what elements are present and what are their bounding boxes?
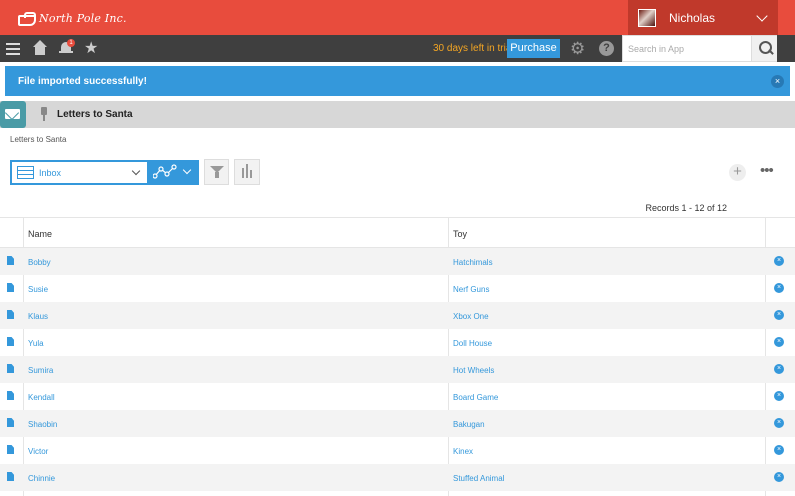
add-record-button[interactable]: + <box>729 164 746 181</box>
document-icon[interactable] <box>7 364 14 373</box>
delete-icon[interactable]: × <box>774 445 784 455</box>
user-name: Nicholas <box>669 10 716 25</box>
delete-icon[interactable]: × <box>774 418 784 428</box>
chevron-down-icon <box>182 165 192 175</box>
cell-name[interactable]: Bobby <box>28 258 51 267</box>
purchase-button[interactable]: Purchase <box>507 39 560 58</box>
logo[interactable]: North Pole Inc. <box>18 10 127 26</box>
table-row[interactable]: Yula Doll House × <box>0 329 795 356</box>
delete-icon[interactable]: × <box>774 364 784 374</box>
document-icon[interactable] <box>7 256 14 265</box>
view-label: Inbox <box>39 168 62 178</box>
gear-icon[interactable]: ⚙ <box>570 40 588 58</box>
app-header: Letters to Santa <box>0 101 795 128</box>
column-header-toy[interactable]: Toy <box>453 229 467 239</box>
filter-button[interactable] <box>204 159 229 185</box>
graph-button[interactable] <box>149 160 199 185</box>
top-bar: North Pole Inc. Nicholas <box>0 0 795 35</box>
search-box <box>622 35 777 62</box>
breadcrumb[interactable]: Letters to Santa <box>10 135 66 144</box>
cell-name[interactable]: Chinnie <box>28 474 55 483</box>
document-icon[interactable] <box>7 337 14 346</box>
delete-icon[interactable]: × <box>774 337 784 347</box>
cell-toy[interactable]: Bakugan <box>453 420 485 429</box>
document-icon[interactable] <box>7 445 14 454</box>
search-input[interactable] <box>623 36 751 61</box>
cell-name[interactable]: Susie <box>28 285 48 294</box>
trial-text: 30 days left in trial <box>433 43 514 54</box>
star-icon[interactable]: ★ <box>84 40 102 58</box>
delete-icon[interactable]: × <box>774 391 784 401</box>
delete-icon[interactable]: × <box>774 283 784 293</box>
chevron-down-icon <box>131 166 141 176</box>
table-header: Name Toy <box>0 217 795 248</box>
table-row[interactable]: Bobby Hatchimals × <box>0 248 795 275</box>
cell-name[interactable]: Shaobin <box>28 420 57 429</box>
table-row[interactable]: Kendall Board Game × <box>0 383 795 410</box>
cell-toy[interactable]: Xbox One <box>453 312 489 321</box>
envelope-icon <box>0 101 26 128</box>
cell-toy[interactable]: Hatchimals <box>453 258 493 267</box>
logo-text: North Pole Inc. <box>39 11 127 25</box>
cell-toy[interactable]: Nerf Guns <box>453 285 489 294</box>
cell-toy[interactable]: Hot Wheels <box>453 366 494 375</box>
document-icon[interactable] <box>7 472 14 481</box>
bar-chart-button[interactable] <box>234 159 260 185</box>
line-graph-icon <box>153 164 177 179</box>
document-icon[interactable] <box>7 310 14 319</box>
table-row[interactable]: Victor Kinex × <box>0 437 795 464</box>
close-icon[interactable]: × <box>771 75 784 88</box>
chevron-down-icon <box>756 10 768 22</box>
view-selector[interactable]: Inbox <box>10 160 149 185</box>
table-row[interactable]: Sumira Hot Wheels × <box>0 356 795 383</box>
home-icon[interactable] <box>31 40 49 58</box>
document-icon[interactable] <box>7 391 14 400</box>
cell-toy[interactable]: Kinex <box>453 447 473 456</box>
app-title: Letters to Santa <box>57 109 133 120</box>
notification-message: File imported successfully! <box>18 76 147 87</box>
help-icon[interactable]: ? <box>599 41 614 56</box>
column-header-name[interactable]: Name <box>28 229 52 239</box>
cell-toy[interactable]: Stuffed Animal <box>453 474 504 483</box>
table-row[interactable]: Susie Nerf Guns × <box>0 275 795 302</box>
cell-name[interactable]: Victor <box>28 447 48 456</box>
sleigh-icon <box>18 12 36 26</box>
user-menu[interactable]: Nicholas <box>628 0 778 35</box>
cell-toy[interactable]: Doll House <box>453 339 492 348</box>
avatar <box>638 8 656 27</box>
menu-icon[interactable] <box>5 40 23 58</box>
table-row[interactable]: Chinnie Stuffed Animal × <box>0 464 795 491</box>
cell-name[interactable]: Sumira <box>28 366 53 375</box>
cell-toy[interactable]: Board Game <box>453 393 498 402</box>
pin-icon[interactable] <box>40 107 48 121</box>
table-icon <box>17 166 34 179</box>
document-icon[interactable] <box>7 283 14 292</box>
records-count: Records 1 - 12 of 12 <box>645 203 727 213</box>
more-options-button[interactable]: ••• <box>760 163 774 178</box>
notification-badge: 1 <box>67 39 75 47</box>
delete-icon[interactable]: × <box>774 256 784 266</box>
table-row[interactable]: Shaobin Bakugan × <box>0 410 795 437</box>
delete-icon[interactable]: × <box>774 310 784 320</box>
success-notification: File imported successfully! × <box>5 66 790 96</box>
cell-name[interactable]: Klaus <box>28 312 48 321</box>
search-icon[interactable] <box>751 36 777 61</box>
delete-icon[interactable]: × <box>774 472 784 482</box>
cell-name[interactable]: Yula <box>28 339 44 348</box>
document-icon[interactable] <box>7 418 14 427</box>
cell-name[interactable]: Kendall <box>28 393 55 402</box>
table-row[interactable]: Klaus Xbox One × <box>0 302 795 329</box>
